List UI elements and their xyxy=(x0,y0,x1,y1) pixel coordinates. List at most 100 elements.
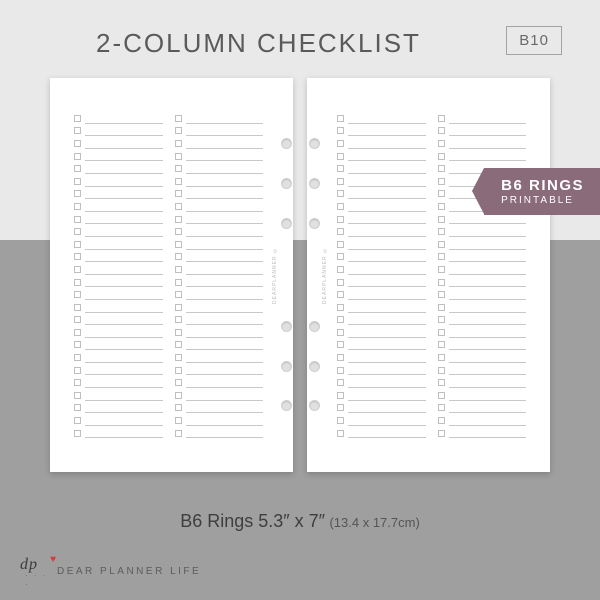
checkbox-icon xyxy=(175,127,182,134)
heart-icon: ♥ xyxy=(50,554,56,565)
checkbox-icon xyxy=(175,430,182,437)
checklist-row xyxy=(337,125,426,138)
write-line xyxy=(348,225,426,238)
checkbox-icon xyxy=(337,228,344,235)
checkbox-icon xyxy=(74,190,81,197)
checkbox-icon xyxy=(337,304,344,311)
checklist-row xyxy=(438,137,527,150)
brand-name: DEAR PLANNER LIFE xyxy=(57,566,201,577)
checklist-row xyxy=(337,288,426,301)
checklist-row xyxy=(175,251,264,264)
checklist-row xyxy=(337,339,426,352)
checkbox-icon xyxy=(175,140,182,147)
write-line xyxy=(348,213,426,226)
write-line xyxy=(449,351,527,364)
checkbox-icon xyxy=(438,115,445,122)
checklist-row xyxy=(337,137,426,150)
write-line xyxy=(85,238,163,251)
checklist-row xyxy=(175,188,264,201)
write-line xyxy=(348,137,426,150)
checklist-row xyxy=(337,238,426,251)
size-sub: (13.4 x 17.7cm) xyxy=(329,515,419,530)
checkbox-icon xyxy=(74,304,81,311)
write-line xyxy=(85,175,163,188)
checklist-row xyxy=(74,150,163,163)
checklist-row xyxy=(438,414,527,427)
checkbox-icon xyxy=(175,253,182,260)
write-line xyxy=(449,251,527,264)
checkbox-icon xyxy=(175,228,182,235)
checkbox-icon xyxy=(337,190,344,197)
checkbox-icon xyxy=(337,354,344,361)
checkbox-icon xyxy=(175,404,182,411)
checkbox-icon xyxy=(175,304,182,311)
write-line xyxy=(348,251,426,264)
checklist-row xyxy=(74,376,163,389)
write-line xyxy=(348,238,426,251)
checklist-row xyxy=(175,301,264,314)
checkbox-icon xyxy=(337,367,344,374)
checklist-row xyxy=(337,263,426,276)
write-line xyxy=(449,288,527,301)
checklist-row xyxy=(175,339,264,352)
checkbox-icon xyxy=(337,329,344,336)
checklist-row xyxy=(337,150,426,163)
write-line xyxy=(85,150,163,163)
checklist-row xyxy=(337,213,426,226)
write-line xyxy=(186,276,264,289)
ring-hole xyxy=(309,400,320,411)
checklist-row xyxy=(337,402,426,415)
checklist-row xyxy=(438,238,527,251)
checklist-row xyxy=(337,175,426,188)
checklist-row xyxy=(337,200,426,213)
checkbox-icon xyxy=(337,216,344,223)
checkbox-icon xyxy=(175,341,182,348)
checklist-row xyxy=(175,213,264,226)
write-line xyxy=(449,150,527,163)
checkbox-icon xyxy=(438,216,445,223)
write-line xyxy=(449,276,527,289)
checkbox-icon xyxy=(74,367,81,374)
checklist-row xyxy=(438,263,527,276)
checklist-row xyxy=(74,351,163,364)
write-line xyxy=(348,402,426,415)
checkbox-icon xyxy=(74,404,81,411)
checkbox-icon xyxy=(337,404,344,411)
checklist-row xyxy=(438,326,527,339)
page-right: DEARPLANNER © xyxy=(307,78,550,472)
write-line xyxy=(186,288,264,301)
checkbox-icon xyxy=(337,379,344,386)
checkbox-icon xyxy=(438,165,445,172)
checklist-row xyxy=(74,263,163,276)
checklist-row xyxy=(175,314,264,327)
checklist-row xyxy=(438,125,527,138)
checklist-row xyxy=(337,251,426,264)
checklist-row xyxy=(175,137,264,150)
write-line xyxy=(186,301,264,314)
checklist-row xyxy=(74,125,163,138)
write-line xyxy=(348,263,426,276)
checkbox-icon xyxy=(438,417,445,424)
write-line xyxy=(348,125,426,138)
write-line xyxy=(85,276,163,289)
checklist-row xyxy=(74,213,163,226)
size-main: B6 Rings 5.3″ x 7″ xyxy=(180,511,325,531)
checklist-row xyxy=(438,351,527,364)
ring-holes xyxy=(305,78,323,472)
checklist-row xyxy=(175,364,264,377)
checkbox-icon xyxy=(438,228,445,235)
checklist-row xyxy=(74,427,163,440)
write-line xyxy=(449,339,527,352)
checklist-row xyxy=(438,427,527,440)
checklist-row xyxy=(175,225,264,238)
checklist-row xyxy=(438,402,527,415)
checklist-row xyxy=(175,125,264,138)
write-line xyxy=(85,314,163,327)
checklist-row xyxy=(438,225,527,238)
write-line xyxy=(449,225,527,238)
ribbon-title: B6 RINGS xyxy=(501,177,584,194)
write-line xyxy=(85,251,163,264)
write-line xyxy=(449,301,527,314)
checkbox-icon xyxy=(74,115,81,122)
write-line xyxy=(186,389,264,402)
